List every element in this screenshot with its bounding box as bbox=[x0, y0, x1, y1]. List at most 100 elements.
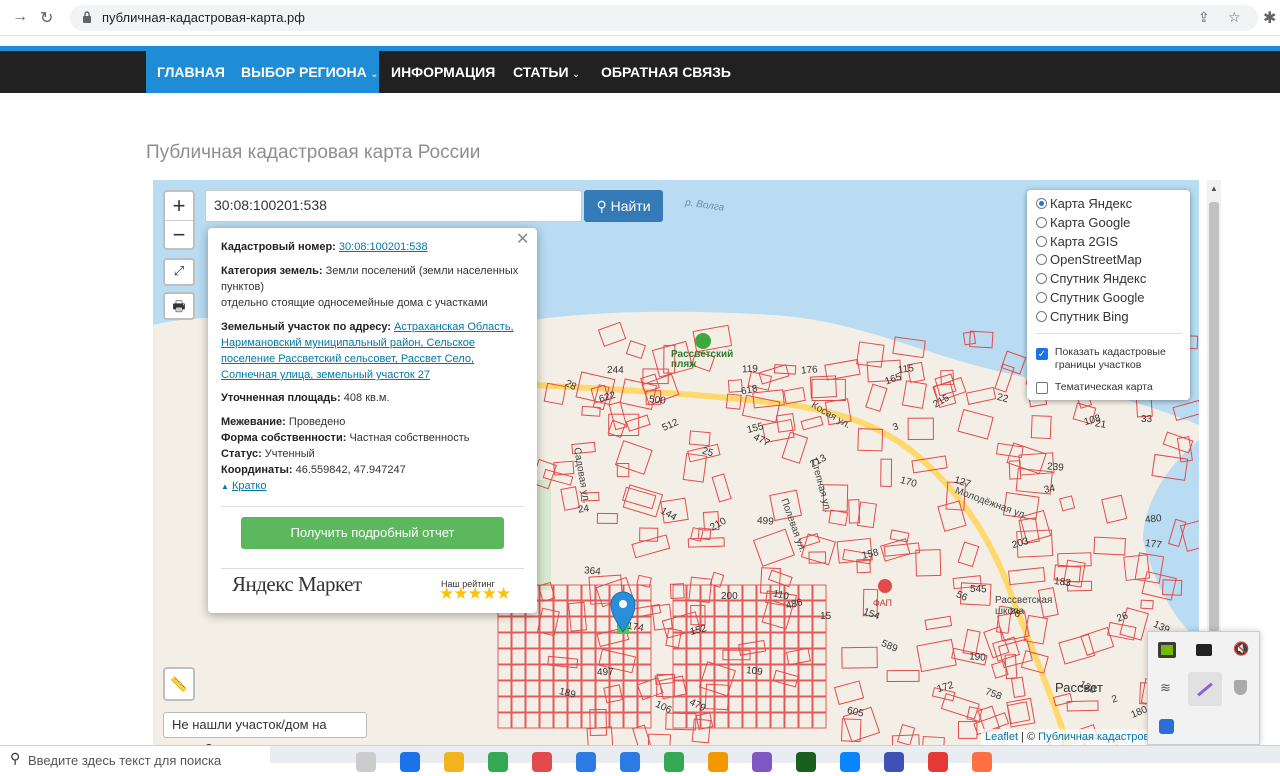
taskbar-app-icon[interactable] bbox=[796, 752, 816, 772]
layer-option[interactable]: Карта 2GIS bbox=[1036, 233, 1146, 252]
layer-option[interactable]: Карта Яндекс bbox=[1036, 195, 1146, 214]
cadastre-grid-cell bbox=[553, 616, 568, 633]
ruler-icon[interactable]: 📏 bbox=[163, 667, 195, 701]
zoom-in-button[interactable]: + bbox=[165, 192, 193, 220]
own-value: Частная собственность bbox=[349, 432, 470, 444]
network-icon[interactable]: ≋ bbox=[1160, 680, 1171, 696]
scroll-up-icon[interactable]: ▲ bbox=[1210, 184, 1218, 193]
taskbar-app-icon[interactable] bbox=[928, 752, 948, 772]
cadastre-grid-cell bbox=[784, 712, 799, 729]
cadastre-parcel bbox=[785, 647, 811, 666]
taskbar-app-icon[interactable] bbox=[400, 752, 420, 772]
taskbar-app-icon[interactable] bbox=[664, 752, 684, 772]
cadastre-grid-cell bbox=[672, 712, 687, 729]
show-cad-row[interactable]: ✓ Показать кадастровые границы участков bbox=[1036, 346, 1186, 372]
thematic-row[interactable]: Тематическая карта bbox=[1036, 380, 1153, 394]
taskbar-app-icon[interactable] bbox=[972, 752, 992, 772]
taskbar-app-icon[interactable] bbox=[708, 752, 728, 772]
layer-radio[interactable] bbox=[1036, 291, 1047, 303]
arrow-right-icon[interactable]: → bbox=[12, 8, 28, 26]
cadastre-grid-cell bbox=[812, 584, 827, 601]
print-icon[interactable]: 🖶 bbox=[163, 292, 195, 320]
mute-icon[interactable]: 🔇 bbox=[1233, 641, 1249, 657]
cadastre-parcel bbox=[800, 415, 824, 431]
layer-radio[interactable] bbox=[1036, 216, 1047, 228]
layer-radio[interactable] bbox=[1036, 235, 1047, 247]
taskbar-app-icon[interactable] bbox=[840, 752, 860, 772]
cadastre-grid-cell bbox=[497, 616, 512, 633]
not-found-button[interactable]: Не нашли участок/дом на карте? bbox=[163, 712, 367, 745]
security-app-icon[interactable] bbox=[1159, 719, 1174, 734]
battery-icon[interactable] bbox=[1196, 644, 1212, 656]
layer-radio[interactable] bbox=[1036, 198, 1047, 209]
taskbar-search[interactable]: ⚲ Введите здесь текст для поиска bbox=[0, 746, 270, 768]
cadastre-parcel bbox=[547, 655, 579, 669]
zoom-out-button[interactable]: − bbox=[165, 220, 193, 248]
cadastre-grid-cell bbox=[672, 696, 687, 713]
map-label-fap: ФАП bbox=[873, 598, 893, 608]
report-button[interactable]: Получить подробный отчет bbox=[241, 517, 504, 549]
nav-region[interactable]: ВЫБОР РЕГИОНА ⌄ bbox=[230, 51, 389, 93]
lot-number: 109 bbox=[745, 665, 764, 678]
extensions-icon[interactable]: ✱ bbox=[1263, 8, 1276, 28]
lot-number: 183 bbox=[1053, 575, 1072, 590]
taskbar-search-placeholder: Введите здесь текст для поиска bbox=[28, 753, 222, 768]
cadastre-grid-cell bbox=[581, 664, 596, 681]
shield-icon[interactable] bbox=[1234, 680, 1247, 695]
leaflet-link[interactable]: Leaflet bbox=[985, 731, 1018, 743]
scrollbar-thumb[interactable] bbox=[1209, 202, 1219, 632]
cadastre-grid-cell bbox=[742, 680, 757, 697]
layer-option[interactable]: OpenStreetMap bbox=[1036, 251, 1146, 270]
taskbar-app-icon[interactable] bbox=[620, 752, 640, 772]
taskbar-app-icon[interactable] bbox=[532, 752, 552, 772]
nvidia-icon[interactable] bbox=[1158, 642, 1176, 658]
map-label-beach: Рассветский пляж bbox=[671, 349, 734, 370]
layer-option[interactable]: Карта Google bbox=[1036, 214, 1146, 233]
map-container[interactable]: р. Волга Рассветский пляж Косая ул. Степ… bbox=[153, 180, 1199, 745]
cadastre-grid-cell bbox=[686, 648, 701, 665]
taskbar-app-icon[interactable] bbox=[488, 752, 508, 772]
taskbar-app-icon[interactable] bbox=[444, 752, 464, 772]
mezh-value: Проведено bbox=[288, 416, 346, 428]
cadastre-grid-cell bbox=[497, 632, 512, 649]
nav-feedback[interactable]: ОБРАТНАЯ СВЯЗЬ bbox=[590, 51, 742, 93]
cadastre-parcel bbox=[965, 386, 997, 405]
layer-option[interactable]: Спутник Яндекс bbox=[1036, 270, 1146, 289]
layer-option[interactable]: Спутник Bing bbox=[1036, 308, 1146, 327]
cadastre-grid-cell bbox=[700, 584, 715, 601]
cadastre-grid-cell bbox=[812, 712, 827, 729]
cad-link[interactable]: 30:08:100201:538 bbox=[339, 241, 428, 253]
layer-option[interactable]: Спутник Google bbox=[1036, 289, 1146, 308]
fullscreen-icon[interactable]: ⤢ bbox=[163, 258, 195, 286]
thematic-checkbox[interactable] bbox=[1036, 382, 1048, 394]
layer-radio[interactable] bbox=[1036, 310, 1047, 322]
layer-radio[interactable] bbox=[1036, 254, 1047, 266]
nav-home[interactable]: ГЛАВНАЯ bbox=[146, 51, 236, 93]
reload-icon[interactable]: ↻ bbox=[40, 8, 53, 28]
status-row: Статус: Учтенный bbox=[221, 446, 527, 462]
taskbar-app-icon[interactable] bbox=[576, 752, 596, 772]
yandex-market-logo[interactable]: Яндекс Маркет bbox=[232, 574, 362, 595]
cadastre-grid-cell bbox=[567, 584, 582, 601]
cadastre-grid-cell bbox=[511, 680, 526, 697]
pen-icon[interactable] bbox=[1188, 672, 1222, 706]
cadastre-search-input[interactable]: 30:08:100201:538 bbox=[205, 190, 582, 222]
short-link[interactable]: Кратко bbox=[232, 480, 267, 492]
taskbar-app-icon[interactable] bbox=[356, 752, 376, 772]
lot-number: 497 bbox=[596, 666, 614, 679]
taskbar-app-icon[interactable] bbox=[884, 752, 904, 772]
short-row[interactable]: ▲ Кратко bbox=[221, 478, 527, 495]
find-button[interactable]: ⚲ Найти bbox=[584, 190, 663, 222]
nav-articles[interactable]: СТАТЬИ ⌄ bbox=[502, 51, 591, 93]
url-bar[interactable]: публичная-кадастровая-карта.рф ⇪ ☆ bbox=[70, 5, 1258, 31]
star-icon[interactable]: ☆ bbox=[1228, 9, 1241, 26]
share-icon[interactable]: ⇪ bbox=[1198, 9, 1210, 26]
cadastre-parcel bbox=[690, 527, 704, 542]
cadastre-grid-cell bbox=[525, 696, 540, 713]
show-cad-checkbox[interactable]: ✓ bbox=[1036, 348, 1048, 360]
cadastre-parcel bbox=[1006, 442, 1047, 475]
cadastre-grid-cell bbox=[700, 632, 715, 649]
taskbar-app-icon[interactable] bbox=[752, 752, 772, 772]
layer-radio[interactable] bbox=[1036, 273, 1047, 285]
nav-info[interactable]: ИНФОРМАЦИЯ bbox=[380, 51, 506, 93]
